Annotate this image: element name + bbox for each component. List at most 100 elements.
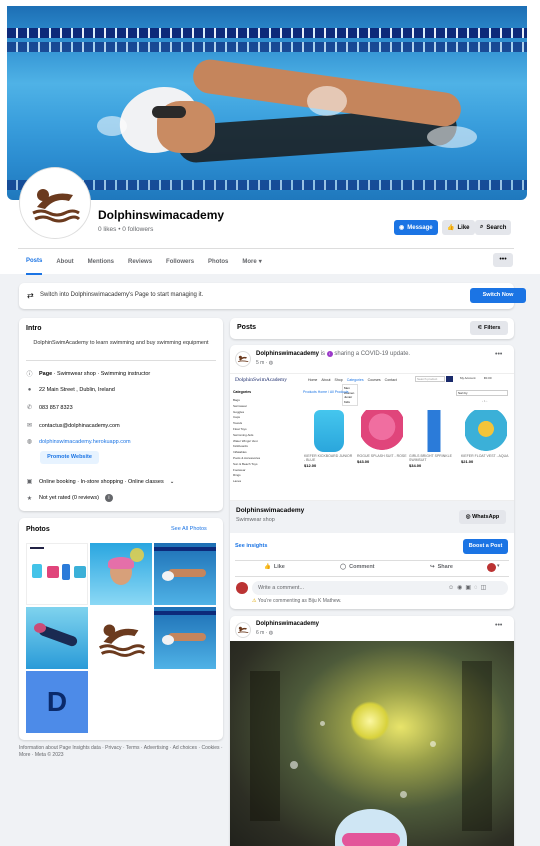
shop-account: My Account [460,376,476,380]
caret-down-icon[interactable]: ▾ [497,563,500,569]
switch-profile-icon: ⇄ [27,291,34,300]
more-options-button[interactable]: ••• [493,253,513,267]
posts-title: Posts [237,324,257,331]
whatsapp-button[interactable]: ◎ WhatsApp [459,510,506,524]
link-preview[interactable]: Dolphinswimacademy Swimwear shop ◎ Whats… [230,501,514,533]
globe-icon: ◍ [268,360,274,366]
splash [427,126,477,148]
goggles [152,106,186,118]
dolphin-swimmer-logo-icon [99,624,146,657]
shop-category-item: Sun & Beach Toys [233,461,258,466]
photo-shop-screenshot[interactable] [26,543,88,605]
thumbs-up-icon: 👍 [447,225,455,231]
tab-photos[interactable]: Photos [208,249,228,275]
photo-child-swimmer[interactable] [90,543,152,605]
location-pin-icon: ● [27,387,32,393]
profile-switcher-avatar[interactable] [487,563,496,572]
kickboard-image [314,410,344,452]
like-action[interactable]: 👍 Like [264,564,285,570]
splash [307,86,347,116]
photo-underwater-swimmer[interactable] [26,607,88,669]
like-button[interactable]: 👍 Like [442,220,475,235]
tab-mentions[interactable]: Mentions [88,249,114,275]
pink-goggles [342,833,400,846]
post-options-icon[interactable]: ••• [495,351,502,358]
switch-banner-text: Switch into Dolphinswimacademy's Page to… [40,292,204,298]
product-card: GIRLS BRIGHT SPRINKLE SWIMSUIT $34.00 [409,410,459,468]
search-button[interactable]: ⌕ Search [475,220,512,235]
see-all-photos-link[interactable]: See All Photos [171,526,207,532]
comment-input[interactable]: Write a comment... ☺◉▣◌◫ [252,581,508,595]
search-icon: ⌕ [480,224,484,230]
caret-down-icon: ▾ [258,259,262,265]
mail-icon: ✉ [26,423,33,429]
shop-nav: Home About Shop Categories Courses Conta… [308,378,397,382]
photo-letter-avatar[interactable]: D [26,671,88,733]
post-author-avatar[interactable] [235,622,251,638]
comment-tools-icons[interactable]: ☺◉▣◌◫ [448,584,489,591]
star-icon: ★ [26,495,33,502]
intro-address: ● 22 Main Street , Dublin, Ireland [27,387,115,393]
intro-website: ◍ dolphinswimacademy.herokuapp.com [26,438,131,446]
post-time[interactable]: 6 m · ◍ [256,630,273,636]
shop-logo: DolphinSwimAcademy [235,377,287,383]
switch-now-button[interactable]: Switch Now [470,288,526,303]
photo-logo[interactable] [90,607,152,669]
comment-icon: ◯ [340,564,347,570]
post-time[interactable]: 5 m · ◍ [256,360,273,366]
message-button[interactable]: ◉ Message [394,220,438,235]
shop-breadcrumb: Products Home / All Products [303,390,349,394]
see-insights-link[interactable]: See insights [235,543,267,549]
promote-website-button[interactable]: Promote Website [40,451,99,464]
page-title: Dolphinswimacademy [98,208,225,222]
photos-card: Photos See All Photos D [19,518,223,740]
page-header: Dolphinswimacademy 0 likes • 0 followers… [0,0,540,275]
post-card: Dolphinswimacademy 6 m · ◍ ••• [230,616,514,846]
photo-swimmer-cover[interactable] [154,543,216,605]
lane-rope [7,42,527,52]
comment-action[interactable]: ◯ Comment [340,564,375,570]
tab-followers[interactable]: Followers [166,249,194,275]
shop-categories-title: Categories [233,390,252,394]
photos-title: Photos [26,526,50,533]
tab-reviews[interactable]: Reviews [128,249,152,275]
intro-phone: ✆ 083 857 8323 [26,404,73,412]
intro-category: ⓘ Page · Swimwear shop · Swimming instru… [26,370,151,379]
boost-post-button[interactable]: Boost a Post [463,539,508,554]
product-card: KIEFER KICKBOARD JUNIOR - BLUE $12.00 [304,410,354,468]
commenting-as-note: ⚠ You're commenting as Biju K Mathew. [252,598,342,604]
shopping-bag-icon: ▣ [26,479,33,485]
shop-bag: €0.00 [484,376,492,380]
caret-down-icon: ⌄ [169,478,175,485]
thumbs-up-icon: 👍 [264,564,271,570]
share-action[interactable]: ↪ Share [430,564,453,570]
post-options-icon[interactable]: ••• [495,622,502,629]
phone-icon: ✆ [26,405,33,411]
photo-swimmer-cover-2[interactable] [154,607,216,669]
lane-rope [7,28,527,38]
filters-button[interactable]: ⚟ Filters [470,321,508,335]
post-shop-screenshot[interactable]: DolphinSwimAcademy Home About Shop Categ… [230,373,514,501]
tab-about[interactable]: About [56,249,73,275]
post-author-avatar[interactable] [235,351,251,367]
divider [235,560,509,561]
tab-posts[interactable]: Posts [26,249,43,275]
page-avatar[interactable] [20,168,90,238]
intro-card: Intro DolphinSwimAcademy to learn swimmi… [19,318,223,511]
share-icon: ↪ [430,564,435,570]
splash [97,116,127,136]
intro-services: ▣ Online booking · In-store shopping · On… [26,478,175,486]
info-icon[interactable]: i [104,494,113,502]
shop-categories-list: Bags Swimwear Goggles Caps Towels Float Toys S… [233,398,260,485]
light-bokeh [350,701,390,741]
post-author[interactable]: Dolphinswimacademy [256,621,319,627]
intro-title: Intro [26,325,42,332]
shop-category-item: Lanes [233,479,242,484]
tab-more[interactable]: More ▾ [242,249,261,275]
product-card: ROGUE SPLASH SUIT - ROSE $43.00 [357,410,407,464]
dolphin-swimmer-logo-icon [32,189,81,223]
post-header-line: Dolphinswimacademy is i sharing a COVID-… [256,351,411,357]
shop-sort-select: Sort by [456,390,508,396]
footer-links: Information about Page Insights data · P… [19,745,223,758]
post-photo-child-swimmer[interactable] [230,641,514,846]
